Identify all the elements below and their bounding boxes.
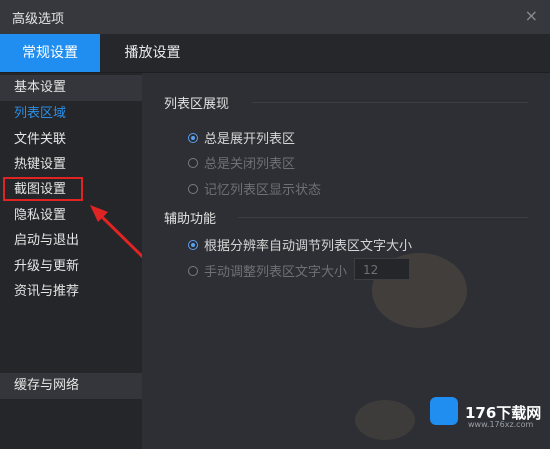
section-divider — [252, 102, 528, 103]
watermark-mascot-small — [355, 400, 415, 440]
radio-label: 总是关闭列表区 — [204, 157, 296, 172]
radio-manual-font-size[interactable]: 手动调整列表区文字大小 — [188, 261, 347, 280]
radio-dot-checked — [188, 132, 198, 143]
radio-always-close[interactable]: 总是关闭列表区 — [188, 153, 295, 172]
radio-label: 根据分辨率自动调节列表区文字大小 — [204, 239, 413, 254]
radio-dot-checked — [188, 239, 198, 250]
radio-label: 手动调整列表区文字大小 — [204, 265, 348, 280]
radio-dot — [188, 157, 198, 168]
section-divider — [238, 217, 528, 218]
watermark-url: www.176xz.com — [468, 420, 534, 429]
radio-dot — [188, 183, 198, 194]
radio-remember-state[interactable]: 记忆列表区显示状态 — [188, 179, 321, 198]
radio-dot — [188, 265, 198, 276]
radio-label: 总是展开列表区 — [204, 132, 296, 147]
radio-always-expand[interactable]: 总是展开列表区 — [188, 128, 295, 147]
section-accessibility-title: 辅助功能 — [164, 212, 217, 227]
radio-auto-font-size[interactable]: 根据分辨率自动调节列表区文字大小 — [188, 235, 412, 254]
settings-panel: 列表区展现 总是展开列表区 总是关闭列表区 记忆列表区显示状态 辅助功能 根据分… — [142, 73, 550, 449]
radio-label: 记忆列表区显示状态 — [204, 183, 322, 198]
section-list-display-title: 列表区展现 — [164, 97, 230, 112]
watermark-logo-icon — [430, 397, 458, 425]
font-size-input[interactable]: 12 — [354, 258, 410, 280]
